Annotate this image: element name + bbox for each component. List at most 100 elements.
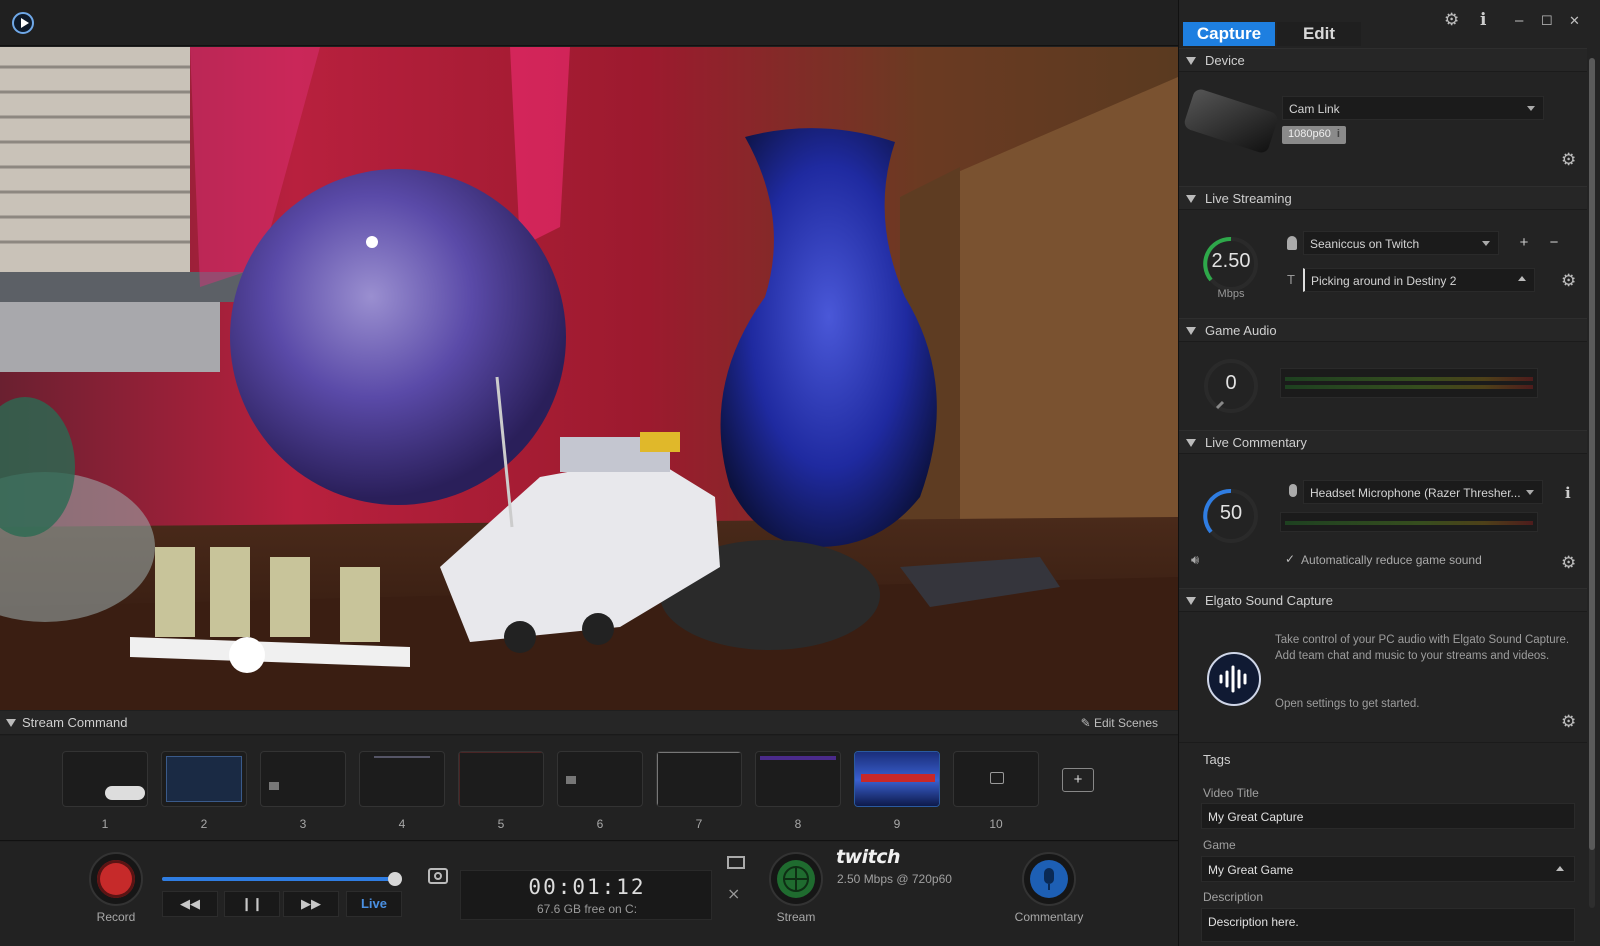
playback-timeline[interactable] [162,872,402,886]
settings-gear-icon[interactable]: ⚙ [1444,10,1459,30]
pencil-icon: ✎ [1080,716,1094,730]
tab-edit[interactable]: Edit [1277,22,1361,46]
live-commentary-section-header[interactable]: Live Commentary [1179,430,1587,454]
streaming-account-value: Seaniccus on Twitch [1310,237,1420,251]
scene-number: 6 [596,817,604,831]
video-title-label: Video Title [1203,786,1259,800]
text-title-icon: T [1287,272,1295,287]
device-select[interactable]: Cam Link [1282,96,1544,120]
microphone-icon [1030,860,1068,898]
stream-label: Stream [776,910,816,924]
disk-free-space: 67.6 GB free on C: [536,902,638,916]
minimize-button[interactable]: – [1515,12,1523,29]
level-bar-right [1285,385,1533,389]
scene-thumbnail-6[interactable] [557,751,643,807]
commentary-label: Commentary [1014,910,1084,924]
image-icon [566,776,576,784]
edit-scenes-button[interactable]: ✎ Edit Scenes [1081,716,1158,730]
image-icon [269,782,279,790]
maximize-button[interactable]: ☐ [1541,13,1553,29]
chevron-down-icon [1527,106,1535,111]
record-button[interactable] [89,852,143,906]
scene-thumbnail-8[interactable] [755,751,841,807]
remove-account-button[interactable]: − [1543,234,1565,254]
live-button[interactable]: Live [346,891,402,917]
collapse-triangle-icon[interactable] [1186,195,1196,203]
gamepad-icon [105,786,145,800]
format-badge-label: 1080p60 [1288,128,1331,140]
scene-number: 7 [695,817,703,831]
collapse-triangle-icon[interactable] [6,719,16,727]
live-streaming-section-title: Live Streaming [1205,191,1292,206]
live-commentary-section-title: Live Commentary [1205,435,1307,450]
mute-speaker-icon[interactable]: ⨯ [727,884,740,904]
capture-side-panel: Capture Edit ⚙ i – ☐ ✕ Device Cam Link 1… [1178,0,1600,946]
collapse-triangle-icon[interactable] [1186,597,1196,605]
commentary-volume-value: 50 [1219,502,1243,524]
scene-thumbnail-7[interactable] [656,751,742,807]
speaker-icon[interactable]: 🔊︎ [1191,552,1199,568]
scene-thumbnail-9[interactable] [854,751,940,807]
stream-button[interactable] [769,852,823,906]
monitor-icon[interactable] [727,856,745,869]
add-account-button[interactable]: + [1513,234,1535,254]
description-label: Description [1203,890,1264,904]
globe-icon [777,860,815,898]
sound-wave-bars [1219,665,1247,693]
fast-forward-button[interactable]: ▶▶ [283,891,339,917]
recording-timer-panel: 00:01:12 67.6 GB free on C: [460,870,712,920]
scene-number: 3 [299,817,307,831]
rewind-button[interactable]: ◀◀ [162,891,218,917]
sound-capture-hint: Open settings to get started. [1275,698,1420,710]
format-badge[interactable]: 1080p60 i [1282,126,1346,144]
live-streaming-section-header[interactable]: Live Streaming [1179,186,1587,210]
commentary-volume-dial[interactable]: 50 [1203,488,1259,544]
description-value: Description here. [1208,915,1299,929]
description-field[interactable]: Description here. [1201,908,1575,942]
game-field[interactable]: My Great Game [1201,856,1575,882]
scene-2-preview [166,756,242,802]
scene-thumbnail-1[interactable] [62,751,148,807]
sound-capture-settings-gear-icon[interactable]: ⚙ [1561,712,1576,732]
stream-command-header[interactable]: Stream Command ✎ Edit Scenes [0,711,1178,735]
playback-timeline-fill [162,877,395,881]
microphone-info-icon[interactable]: i [1565,484,1571,502]
collapse-triangle-icon[interactable] [1186,439,1196,447]
info-icon[interactable]: i [1480,10,1486,30]
stream-title-input[interactable]: Picking around in Destiny 2 [1303,268,1535,292]
close-button[interactable]: ✕ [1569,13,1580,29]
collapse-triangle-icon[interactable] [1186,327,1196,335]
pause-button[interactable]: ❙❙ [224,891,280,917]
microphone-icon [1289,484,1297,497]
streaming-account-select[interactable]: Seaniccus on Twitch [1303,231,1499,255]
scene-thumbnail-5[interactable] [458,751,544,807]
collapse-triangle-icon[interactable] [1186,57,1196,65]
panel-scrollbar[interactable] [1589,58,1595,908]
scene-thumbnail-10[interactable] [953,751,1039,807]
streaming-settings-gear-icon[interactable]: ⚙ [1561,271,1576,291]
scene-thumbnail-3[interactable] [260,751,346,807]
playback-scrubber-handle[interactable] [387,872,402,886]
tab-capture[interactable]: Capture [1183,22,1275,46]
device-section-header[interactable]: Device [1179,48,1587,72]
snapshot-camera-icon[interactable] [428,868,448,884]
scene-thumbnail-4[interactable] [359,751,445,807]
sound-capture-section-header[interactable]: Elgato Sound Capture [1179,588,1587,612]
microphone-select[interactable]: Headset Microphone (Razer Thresher... [1303,480,1543,504]
video-preview[interactable] [0,47,1178,710]
commentary-settings-gear-icon[interactable]: ⚙ [1561,553,1576,573]
scene-thumbnail-2[interactable] [161,751,247,807]
video-title-field[interactable]: My Great Capture [1201,803,1575,829]
bitrate-dial[interactable]: 2.50 [1203,236,1259,292]
panel-scrollbar-thumb[interactable] [1589,58,1595,850]
microphone-stand [1048,884,1050,890]
add-scene-button[interactable]: + [1062,768,1094,792]
format-info-icon[interactable]: i [1337,128,1340,140]
chevron-up-icon [1518,276,1526,281]
device-settings-gear-icon[interactable]: ⚙ [1561,150,1576,170]
game-audio-volume-dial[interactable]: 0 [1203,358,1259,414]
game-audio-section-header[interactable]: Game Audio [1179,318,1587,342]
checkbox-checked-icon[interactable]: ✓ [1285,552,1295,566]
camera-feed-image [0,47,1178,710]
commentary-button[interactable] [1022,852,1076,906]
